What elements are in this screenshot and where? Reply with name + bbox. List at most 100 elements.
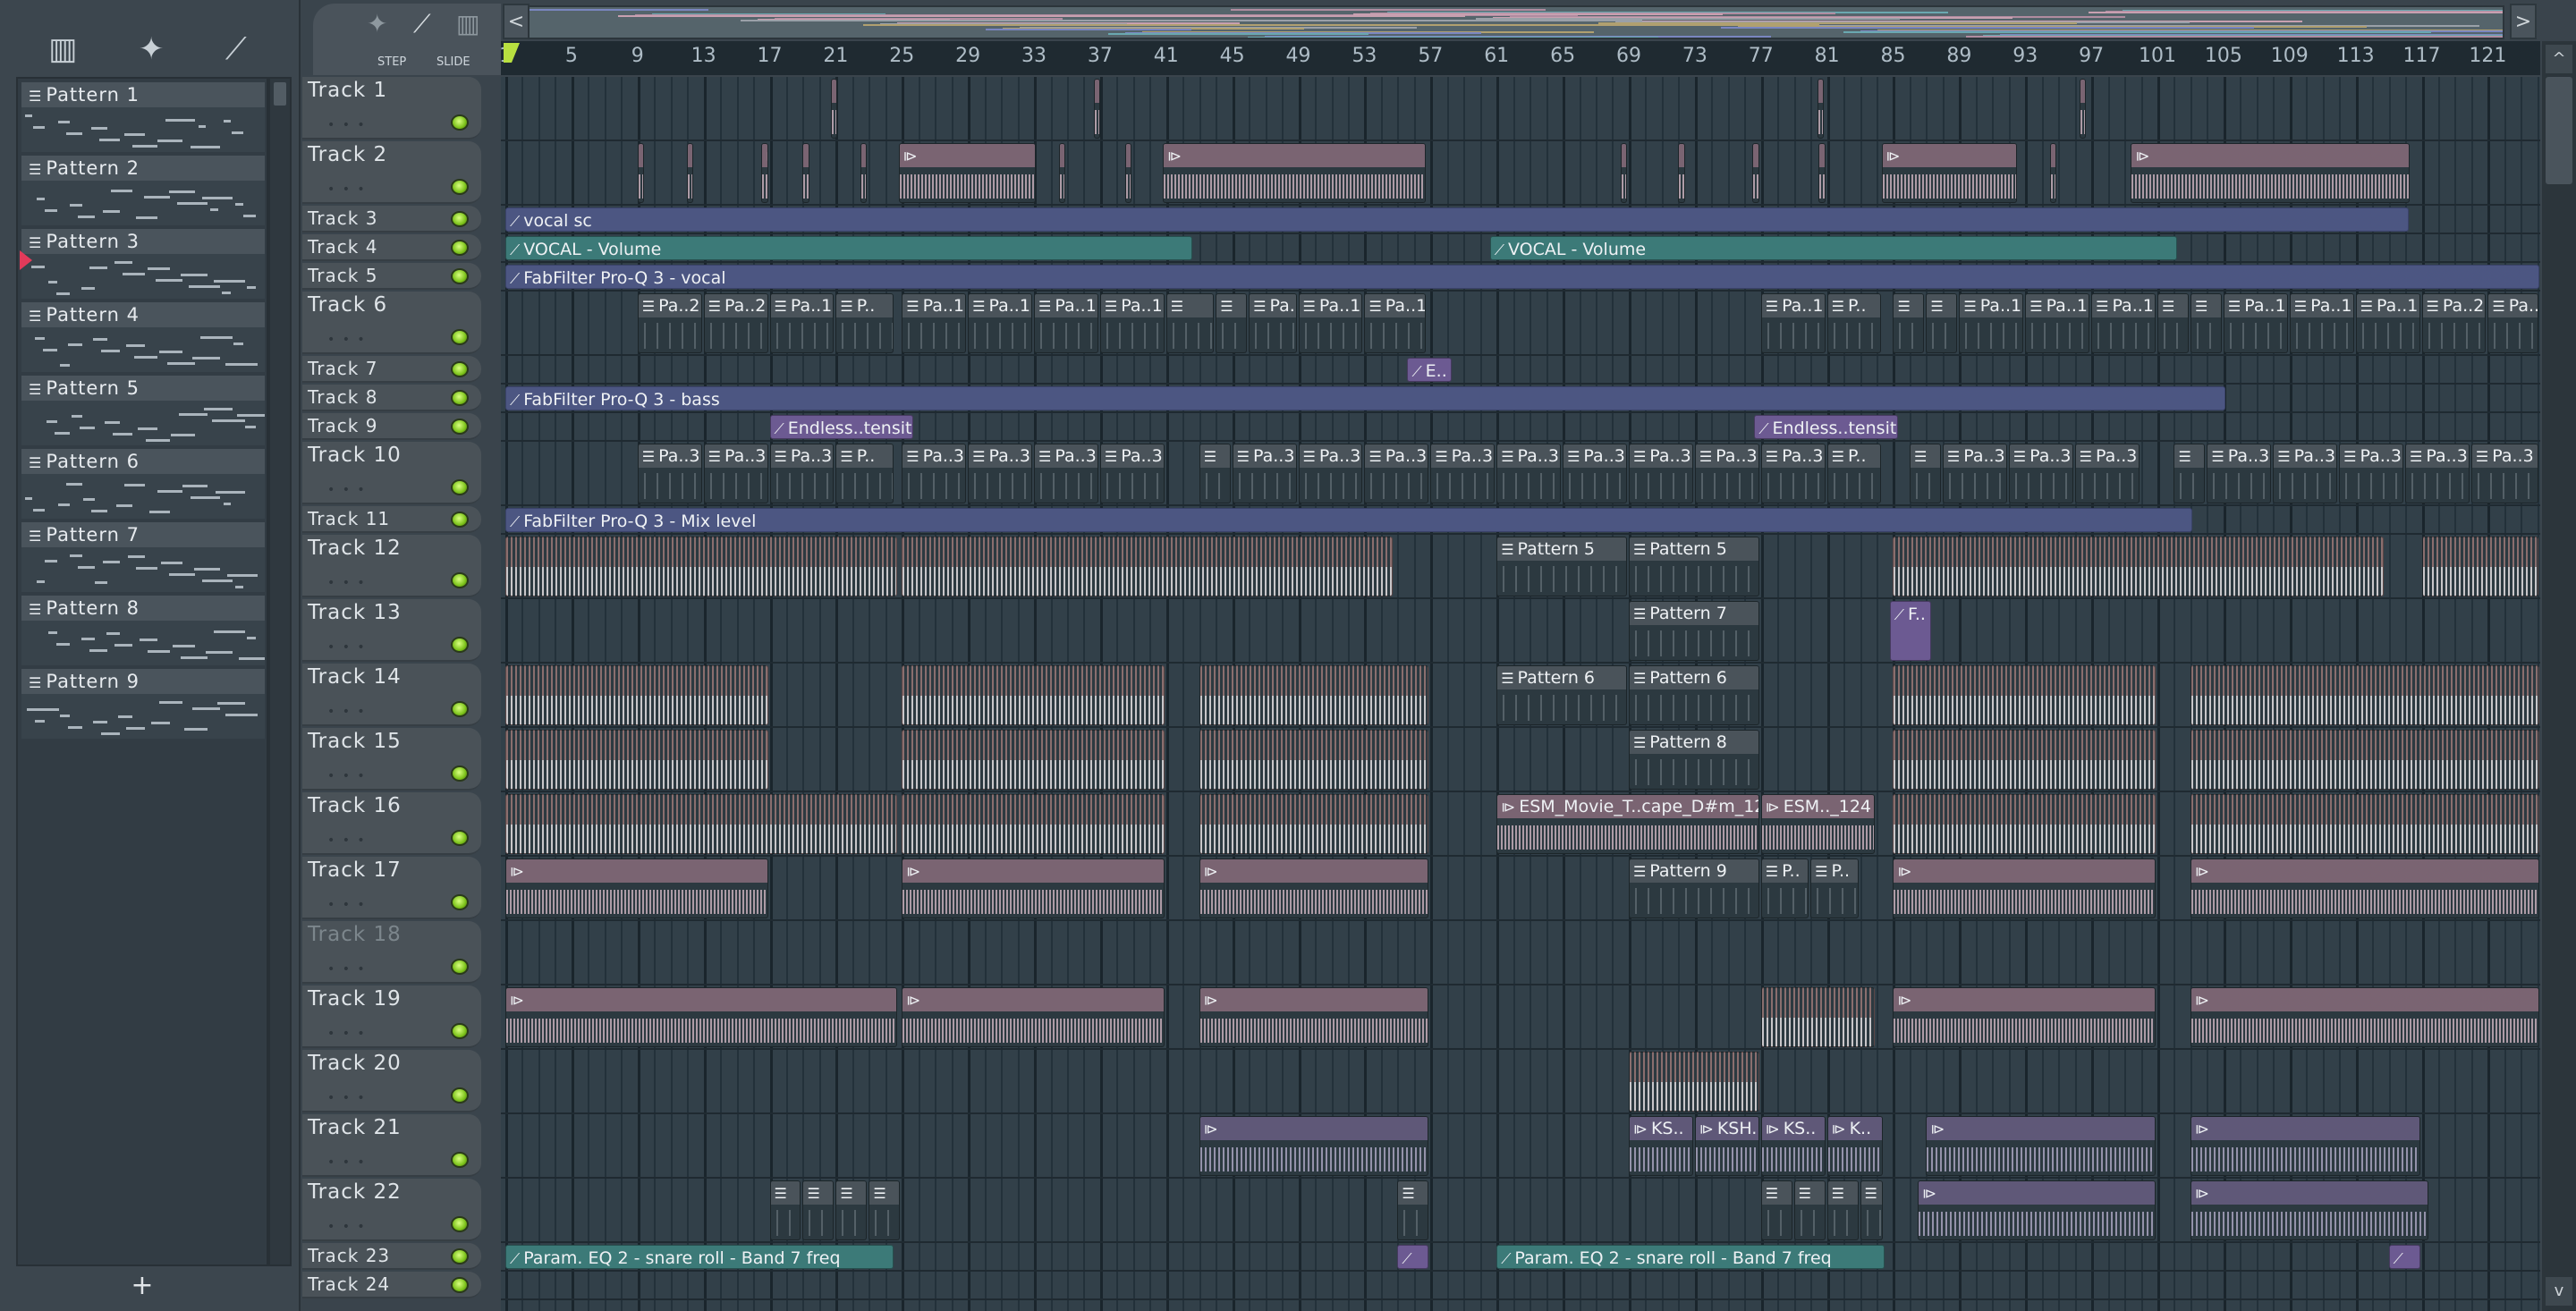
clip-pattern[interactable]: ☰ P.. — [835, 293, 894, 353]
track-name[interactable]: Track 10 — [308, 444, 402, 467]
track-name[interactable]: Track 8 — [308, 386, 377, 408]
clip-audio[interactable]: ⧐ — [761, 143, 768, 203]
clip-automation[interactable]: ⟋ VOCAL - Volume — [505, 236, 1193, 260]
track-options-dots[interactable]: • • • — [327, 333, 367, 347]
track-row[interactable] — [501, 1272, 2540, 1300]
track-name[interactable]: Track 19 — [308, 987, 402, 1011]
track-options-dots[interactable]: • • • — [327, 483, 367, 497]
clip-audio[interactable]: ⧐ — [902, 858, 1165, 918]
scroll-left-button[interactable]: < — [503, 4, 530, 39]
clip-pattern[interactable]: ☰ P.. — [1810, 858, 1859, 918]
scroll-thumb[interactable] — [274, 82, 286, 106]
track-options-dots[interactable]: • • • — [327, 769, 367, 783]
track-header[interactable]: Track 11 — [302, 506, 481, 533]
track-name[interactable]: Track 4 — [308, 236, 377, 258]
clip-pattern[interactable]: ☰ P.. — [835, 444, 894, 503]
clip-audio[interactable]: ⧐ — [2190, 1116, 2420, 1176]
pattern-item[interactable]: ☰ Pattern 2 — [21, 156, 265, 227]
clip-audio[interactable]: ⧐ — [1058, 143, 1065, 203]
track-options-dots[interactable]: • • • — [327, 1027, 367, 1041]
clip-automation[interactable]: ⟋ FabFilter Pro-Q 3 - vocal — [505, 265, 2539, 289]
track-name[interactable]: Track 6 — [308, 293, 387, 317]
track-header[interactable]: Track 2 • • • — [302, 141, 481, 204]
track-name[interactable]: Track 5 — [308, 265, 377, 286]
clip-pattern[interactable]: ☰ Pa..3 — [1430, 444, 1496, 503]
clip-automation[interactable]: ⟋ — [2388, 1245, 2420, 1269]
track-header[interactable]: Track 9 — [302, 413, 481, 440]
track-row[interactable] — [501, 356, 2540, 385]
track-name[interactable]: Track 17 — [308, 858, 402, 882]
track-name[interactable]: Track 18 — [308, 923, 402, 946]
track-mute-led[interactable] — [451, 179, 469, 195]
track-options-dots[interactable]: • • • — [327, 898, 367, 912]
clip-audio[interactable]: ⧐ — [1881, 143, 2017, 203]
clip-pattern[interactable]: ☰ Pattern 7 — [1628, 601, 1759, 661]
pattern-header[interactable]: ☰ Pattern 9 — [21, 669, 265, 694]
pattern-item[interactable]: ☰ Pattern 7 — [21, 522, 265, 594]
track-mute-led[interactable] — [451, 701, 469, 717]
track-name[interactable]: Track 21 — [308, 1116, 402, 1139]
track-name[interactable]: Track 20 — [308, 1052, 402, 1075]
clip-pattern[interactable]: ☰ — [1826, 1180, 1859, 1240]
clip-pattern[interactable]: ☰Pa..1 — [1959, 293, 2024, 353]
piano-icon[interactable]: ▥ — [456, 9, 479, 38]
clip-pattern[interactable]: ☰ Pa..3 — [1694, 444, 1759, 503]
track-mute-led[interactable] — [451, 240, 469, 256]
clip-automation[interactable]: ⟋ FabFilter Pro-Q 3 - Mix level — [505, 508, 2192, 532]
clip-audio[interactable]: ⧐ KS.. — [1628, 1116, 1693, 1176]
pattern-header[interactable]: ☰ Pattern 7 — [21, 522, 265, 547]
song-position-marker[interactable] — [504, 43, 520, 63]
clip-audio[interactable]: ⧐ — [505, 987, 897, 1047]
clip-audio[interactable]: ⧐ — [2190, 987, 2539, 1047]
clip-automation[interactable]: ⟋ Param. EQ 2 - snare roll - Band 7 freq — [1496, 1245, 1885, 1269]
clip-audio[interactable]: ⧐ — [2049, 143, 2057, 203]
clip-pattern[interactable]: ☰ Pa..3 — [968, 444, 1033, 503]
clip-audio[interactable]: ⧐ — [1918, 1180, 2156, 1240]
track-mute-led[interactable] — [451, 959, 469, 975]
track-header[interactable]: Track 3 — [302, 206, 481, 233]
clip-audio[interactable]: ⧐ — [1893, 858, 2156, 918]
clip-pattern[interactable]: ☰ Pa..3 — [1034, 444, 1098, 503]
pattern-header[interactable]: ☰ Pattern 8 — [21, 596, 265, 621]
track-mute-led[interactable] — [451, 894, 469, 910]
track-options-dots[interactable]: • • • — [327, 118, 367, 132]
clip-audio[interactable] — [1199, 665, 1429, 725]
clip-audio[interactable]: ⧐ — [898, 143, 1036, 203]
clip-pattern[interactable]: ☰ Pa..3 — [1942, 444, 2007, 503]
clip-pattern[interactable]: ☰ Pa..3 — [1298, 444, 1363, 503]
clip-audio[interactable]: ⧐ — [1124, 143, 1131, 203]
clip-pattern[interactable]: ☰ — [835, 1180, 868, 1240]
clip-audio[interactable] — [1893, 665, 2156, 725]
clip-audio[interactable]: ⧐ KSH.. — [1694, 1116, 1759, 1176]
pattern-item[interactable]: ☰ Pattern 6 — [21, 449, 265, 520]
clip-pattern[interactable]: ☰Pa..2 — [703, 293, 768, 353]
track-mute-led[interactable] — [451, 572, 469, 588]
clip-pattern[interactable]: ☰Pa..2 — [2487, 293, 2539, 353]
clip-pattern[interactable]: ☰ Pa..3 — [1232, 444, 1297, 503]
clip-audio[interactable]: ⧐ — [505, 858, 768, 918]
track-header[interactable]: Track 8 — [302, 385, 481, 411]
clip-automation[interactable]: ⟋ vocal sc — [505, 207, 2409, 232]
piano-icon[interactable]: ▥ — [48, 31, 77, 67]
track-header[interactable]: Track 18 • • • — [302, 921, 481, 984]
track-name[interactable]: Track 16 — [308, 794, 402, 817]
clip-pattern[interactable]: ☰Pa..1 — [2091, 293, 2156, 353]
clip-audio[interactable]: ⧐ K.. — [1826, 1116, 1884, 1176]
clip-audio[interactable]: ⧐ — [2080, 79, 2087, 139]
clip-audio[interactable] — [505, 794, 897, 854]
track-mute-led[interactable] — [451, 765, 469, 782]
clip-audio[interactable]: ⧐ — [687, 143, 694, 203]
clip-automation[interactable]: ⟋ E.. — [1407, 358, 1453, 382]
track-options-dots[interactable]: • • • — [327, 1220, 367, 1234]
track-header[interactable]: Track 13 • • • — [302, 599, 481, 662]
track-header[interactable]: Track 14 • • • — [302, 664, 481, 726]
clip-audio[interactable]: ⧐ — [802, 143, 809, 203]
audio-icon[interactable]: ✦ — [139, 31, 165, 67]
clip-pattern[interactable]: ☰ Pa..3 — [1099, 444, 1165, 503]
clip-audio[interactable] — [902, 665, 1165, 725]
clip-pattern[interactable]: ☰ Pa..3 — [1628, 444, 1693, 503]
track-row[interactable] — [501, 1050, 2540, 1114]
clip-pattern[interactable]: ☰ Pa..3 — [2207, 444, 2272, 503]
track-row[interactable] — [501, 599, 2540, 664]
clip-pattern[interactable]: ☰ — [2157, 293, 2189, 353]
